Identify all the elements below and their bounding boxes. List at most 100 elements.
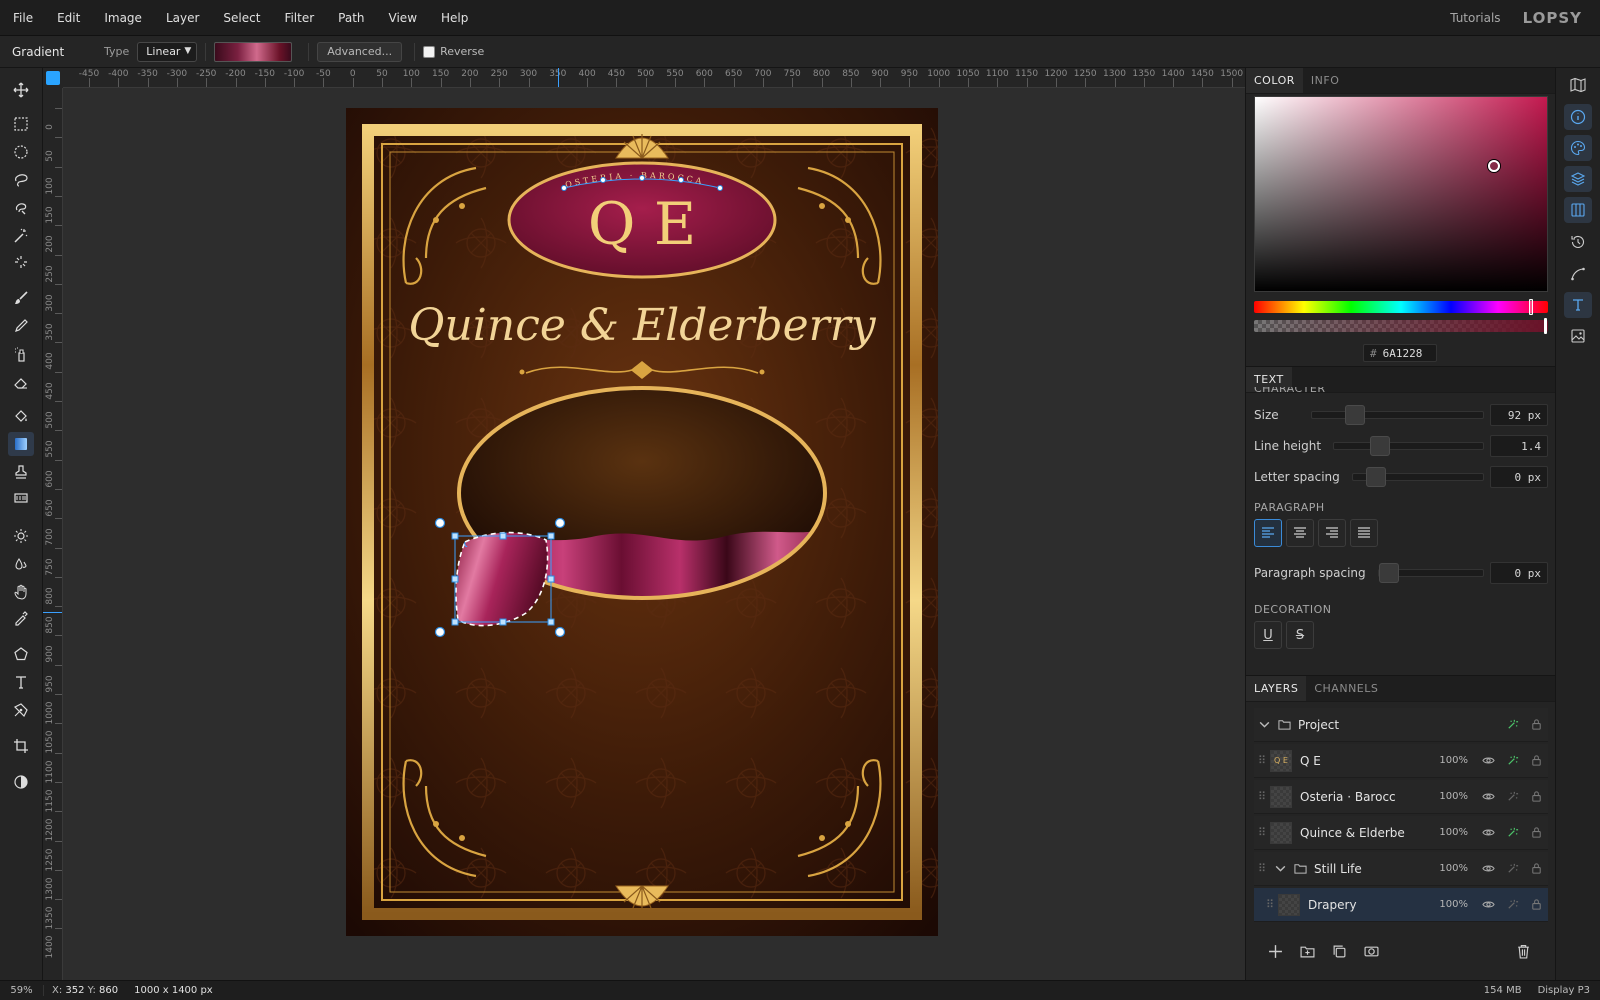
- advanced-button[interactable]: Advanced...: [317, 41, 403, 62]
- strikethrough-button[interactable]: S: [1286, 621, 1314, 649]
- chevron-down-icon[interactable]: [1270, 859, 1290, 879]
- eye-icon[interactable]: [1476, 787, 1500, 807]
- crop-tool[interactable]: [8, 734, 34, 758]
- eye-icon[interactable]: [1476, 859, 1500, 879]
- layer-row-project[interactable]: Project: [1254, 708, 1548, 742]
- paragraph-spacing-slider-knob[interactable]: [1378, 563, 1399, 583]
- horizontal-ruler[interactable]: -450 -400 -350 -300 -250 -200 -150 -100 -50 0 50 10…: [63, 68, 1245, 88]
- layer-opacity[interactable]: 100%: [1434, 899, 1468, 910]
- align-right-button[interactable]: [1318, 519, 1346, 547]
- channels-panel-button[interactable]: [1564, 197, 1592, 223]
- text-tool[interactable]: [8, 670, 34, 694]
- text-panel-button[interactable]: [1564, 292, 1592, 318]
- drag-handle-icon[interactable]: ⠿: [1254, 754, 1270, 767]
- align-justify-button[interactable]: [1350, 519, 1378, 547]
- hue-slider[interactable]: [1254, 301, 1548, 313]
- saturation-value-picker[interactable]: [1254, 96, 1548, 292]
- move-tool[interactable]: [8, 78, 34, 102]
- color-panel-button[interactable]: [1564, 135, 1592, 161]
- letter-spacing-input[interactable]: 0 px: [1490, 466, 1548, 488]
- menu-help[interactable]: Help: [429, 11, 480, 25]
- drag-handle-icon[interactable]: ⠿: [1254, 826, 1270, 839]
- add-layer-button[interactable]: [1262, 939, 1288, 963]
- quick-select-tool[interactable]: [8, 250, 34, 274]
- eraser-tool[interactable]: [8, 370, 34, 394]
- tab-channels[interactable]: CHANNELS: [1306, 676, 1386, 701]
- layer-row-still-life[interactable]: ⠿ Still Life 100%: [1254, 852, 1548, 886]
- drag-handle-icon[interactable]: ⠿: [1254, 862, 1270, 875]
- ruler-corner[interactable]: [43, 68, 63, 88]
- layers-panel-button[interactable]: [1564, 166, 1592, 192]
- title-text[interactable]: Quince & Elderberry: [408, 300, 876, 351]
- canvas-area[interactable]: Q E OSTERIA · BAROCCA Quince & Elderberr…: [63, 88, 1245, 980]
- stamp-tool[interactable]: [8, 460, 34, 484]
- menu-view[interactable]: View: [377, 11, 429, 25]
- gradient-type-select[interactable]: Linear ▼: [137, 41, 198, 62]
- hue-slider-handle[interactable]: [1529, 299, 1533, 315]
- lock-icon[interactable]: [1524, 823, 1548, 843]
- info-panel-button[interactable]: [1564, 104, 1592, 130]
- tab-color[interactable]: COLOR: [1246, 68, 1303, 93]
- hand-tool[interactable]: [8, 580, 34, 604]
- size-input[interactable]: 92 px: [1490, 404, 1548, 426]
- tutorials-link[interactable]: Tutorials: [1450, 11, 1500, 25]
- fx-sparkle-icon[interactable]: [1500, 823, 1524, 843]
- paths-panel-button[interactable]: [1564, 261, 1592, 287]
- bucket-tool[interactable]: [8, 404, 34, 428]
- layer-opacity[interactable]: 100%: [1434, 827, 1468, 838]
- letter-spacing-slider-knob[interactable]: [1365, 467, 1386, 487]
- image-panel-button[interactable]: [1564, 323, 1592, 349]
- navigator-panel-button[interactable]: [1564, 72, 1592, 98]
- eyedropper-tool[interactable]: [8, 606, 34, 630]
- dodge-tool[interactable]: [8, 524, 34, 548]
- mask-layer-button[interactable]: [1358, 939, 1384, 963]
- alpha-slider[interactable]: [1254, 320, 1548, 332]
- size-slider[interactable]: [1310, 405, 1484, 425]
- hex-input[interactable]: # 6A1228: [1363, 344, 1437, 362]
- color-picker-handle[interactable]: [1488, 160, 1500, 172]
- layer-row-quince[interactable]: ⠿ Quince & Elderbe 100%: [1254, 816, 1548, 850]
- alpha-slider-handle[interactable]: [1544, 318, 1547, 334]
- pen-tool[interactable]: [8, 698, 34, 722]
- gradient-tool[interactable]: [8, 432, 34, 456]
- drag-handle-icon[interactable]: ⠿: [1262, 898, 1278, 911]
- guide-toggle-square[interactable]: [46, 71, 60, 85]
- line-height-slider[interactable]: [1333, 436, 1484, 456]
- vertical-ruler[interactable]: 0 50 100 150 200 250 300 350 400 450 500 550 600 650 7…: [43, 88, 63, 980]
- align-center-button[interactable]: [1286, 519, 1314, 547]
- lasso-tool[interactable]: [8, 168, 34, 192]
- drag-handle-icon[interactable]: ⠿: [1254, 790, 1270, 803]
- eye-icon[interactable]: [1476, 823, 1500, 843]
- tab-info[interactable]: INFO: [1303, 68, 1347, 93]
- magnetic-lasso-tool[interactable]: [8, 196, 34, 220]
- paragraph-spacing-slider[interactable]: [1377, 563, 1484, 583]
- fx-sparkle-icon[interactable]: [1500, 751, 1524, 771]
- brush-tool[interactable]: [8, 286, 34, 310]
- mask-toggle[interactable]: [8, 770, 34, 794]
- pencil-tool[interactable]: [8, 314, 34, 338]
- gradient-preview-swatch[interactable]: [214, 41, 293, 62]
- menu-path[interactable]: Path: [326, 11, 376, 25]
- monogram-text[interactable]: Q E: [588, 190, 696, 258]
- fx-sparkle-icon[interactable]: [1500, 787, 1524, 807]
- chevron-down-icon[interactable]: [1254, 715, 1274, 735]
- reverse-checkbox[interactable]: [423, 45, 436, 58]
- eye-icon[interactable]: [1476, 895, 1500, 915]
- menu-filter[interactable]: Filter: [272, 11, 326, 25]
- menu-layer[interactable]: Layer: [154, 11, 211, 25]
- zoom-level[interactable]: 59%: [0, 985, 44, 996]
- fx-sparkle-icon[interactable]: [1500, 859, 1524, 879]
- menu-edit[interactable]: Edit: [45, 11, 92, 25]
- align-left-button[interactable]: [1254, 519, 1282, 547]
- add-group-button[interactable]: [1294, 939, 1320, 963]
- blur-tool[interactable]: [8, 552, 34, 576]
- lock-icon[interactable]: [1524, 715, 1548, 735]
- paragraph-spacing-input[interactable]: 0 px: [1490, 562, 1548, 584]
- delete-layer-button[interactable]: [1510, 939, 1536, 963]
- rect-select-tool[interactable]: [8, 112, 34, 136]
- history-panel-button[interactable]: [1564, 229, 1592, 255]
- lock-icon[interactable]: [1524, 895, 1548, 915]
- pattern-tool[interactable]: [8, 486, 34, 510]
- shape-tool[interactable]: [8, 642, 34, 666]
- magic-wand-tool[interactable]: [8, 224, 34, 248]
